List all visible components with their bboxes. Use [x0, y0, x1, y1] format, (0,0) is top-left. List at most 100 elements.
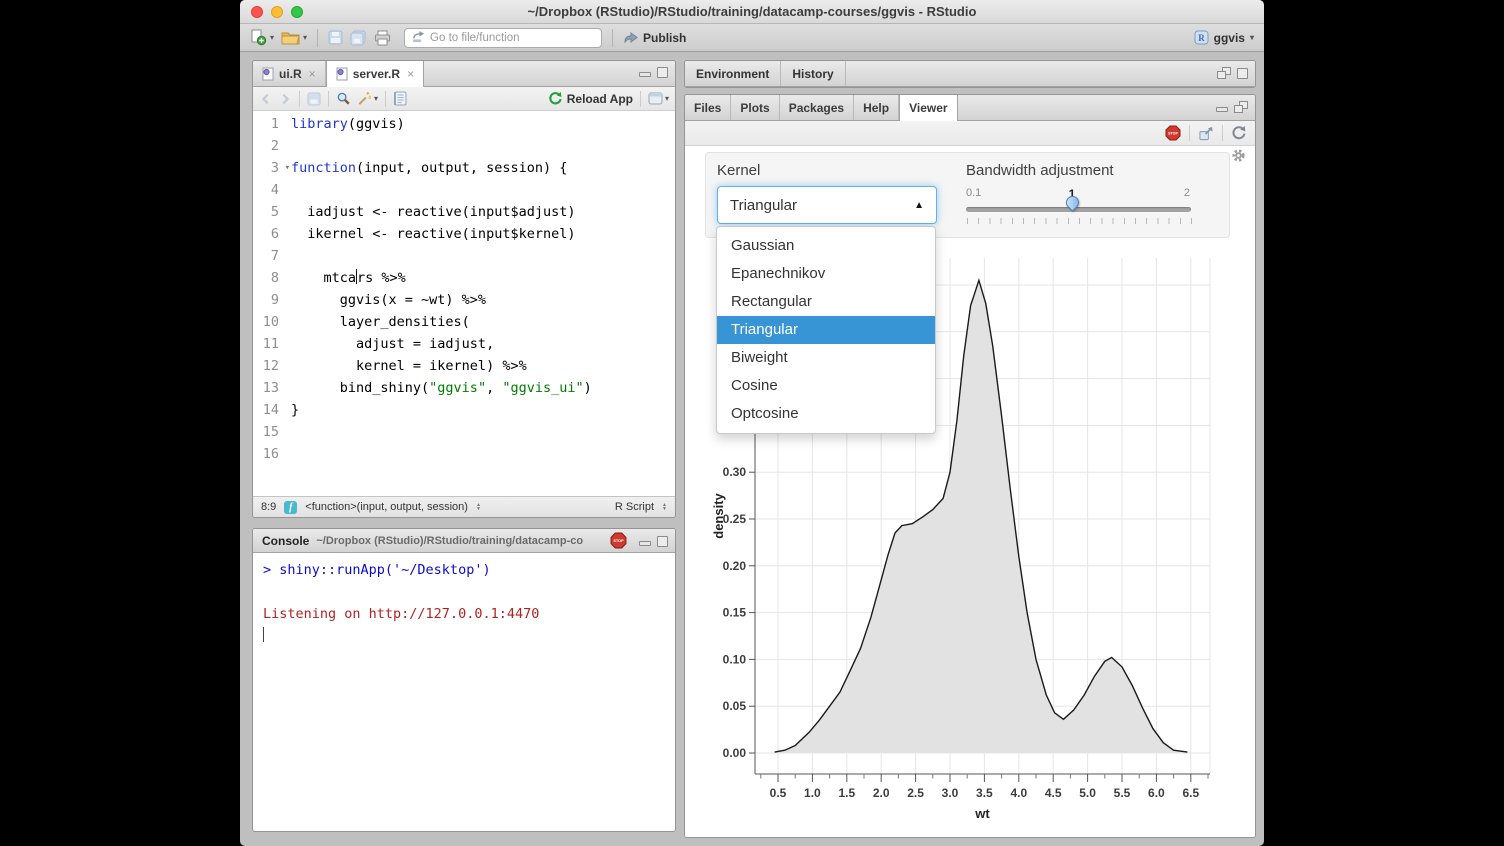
goto-file-input[interactable]: [430, 32, 580, 44]
publish-label: Publish: [643, 31, 686, 45]
back-icon[interactable]: [259, 92, 273, 106]
close-window-button[interactable]: [251, 6, 263, 18]
code-line[interactable]: iadjust <- reactive(input$adjust): [291, 201, 675, 223]
tab-help[interactable]: Help: [854, 95, 899, 120]
code-segment: }: [291, 402, 299, 418]
editor-statusbar: 8:9 f <function>(input, output, session)…: [253, 496, 675, 517]
slider-track[interactable]: [966, 207, 1191, 212]
project-menu-button[interactable]: R ggvis ▾: [1194, 30, 1254, 45]
kernel-option-biweight[interactable]: Biweight: [717, 344, 935, 372]
source-on-save-panel-button[interactable]: ▾: [648, 92, 669, 105]
tab-files[interactable]: Files: [685, 95, 731, 120]
code-line[interactable]: [291, 179, 675, 201]
kernel-option-rectangular[interactable]: Rectangular: [717, 288, 935, 316]
tab-viewer[interactable]: Viewer: [899, 95, 957, 121]
code-line[interactable]: ikernel <- reactive(input$kernel): [291, 223, 675, 245]
open-in-new-window-icon[interactable]: [1198, 126, 1214, 141]
code-line[interactable]: function(input, output, session) {: [291, 157, 675, 179]
minimize-window-button[interactable]: [271, 6, 283, 18]
kernel-select[interactable]: Triangular ▲: [717, 186, 937, 224]
tab-environment[interactable]: Environment: [685, 61, 781, 86]
save-all-button[interactable]: [350, 30, 367, 46]
code-line[interactable]: }: [291, 399, 675, 421]
minimize-pane-icon[interactable]: [1216, 107, 1228, 112]
kernel-dropdown-menu[interactable]: GaussianEpanechnikovRectangularTriangula…: [716, 226, 936, 434]
minimize-pane-icon[interactable]: [639, 541, 651, 546]
publish-button[interactable]: Publish: [623, 31, 686, 45]
kernel-option-gaussian[interactable]: Gaussian: [717, 232, 935, 260]
settings-gear-icon[interactable]: [1231, 148, 1246, 163]
kernel-option-optcosine[interactable]: Optcosine: [717, 400, 935, 428]
publish-icon: [623, 31, 638, 44]
code-line[interactable]: [291, 443, 675, 465]
code-line[interactable]: layer_densities(: [291, 311, 675, 333]
minimize-pane-icon[interactable]: [639, 72, 651, 77]
restore-pane-icon[interactable]: [1217, 67, 1231, 79]
tab-ui-r[interactable]: ui.R ×: [253, 61, 326, 86]
code-segment: (ggvis): [348, 116, 405, 132]
find-icon[interactable]: [336, 91, 351, 106]
save-icon-disabled[interactable]: [307, 92, 321, 106]
forward-icon[interactable]: [278, 92, 292, 106]
maximize-pane-icon[interactable]: [657, 67, 668, 78]
doc-type-selector-icon[interactable]: ▲▼: [662, 503, 667, 511]
tab-plots[interactable]: Plots: [731, 95, 779, 120]
editor-toolbar: ▾ Reload App ▾: [253, 87, 675, 111]
compile-notebook-icon[interactable]: [393, 91, 407, 106]
r-file-icon: [336, 67, 348, 81]
close-tab-icon[interactable]: ×: [309, 67, 316, 81]
open-file-button[interactable]: ▾: [281, 30, 307, 46]
zoom-window-button[interactable]: [291, 6, 303, 18]
tab-server-r[interactable]: server.R ×: [326, 61, 424, 87]
tab-packages[interactable]: Packages: [780, 95, 854, 120]
code-line[interactable]: ggvis(x = ~wt) %>%: [291, 289, 675, 311]
new-file-button[interactable]: ▾: [250, 29, 274, 46]
code-line[interactable]: [291, 135, 675, 157]
code-line[interactable]: bind_shiny("ggvis", "ggvis_ui"): [291, 377, 675, 399]
viewer-stop-button[interactable]: STOP: [1165, 125, 1181, 141]
environment-tabbar: Environment History: [685, 61, 1255, 87]
svg-text:3.0: 3.0: [942, 786, 959, 800]
kernel-selected-value: Triangular: [730, 197, 797, 214]
tab-history[interactable]: History: [781, 61, 845, 86]
viewer-tabbar: Files Plots Packages Help Viewer: [685, 95, 1255, 121]
svg-text:0.00: 0.00: [723, 746, 747, 760]
toolbar-separator: [317, 29, 318, 47]
maximize-pane-icon[interactable]: [657, 536, 668, 547]
maximize-pane-icon[interactable]: [1237, 68, 1248, 79]
refresh-icon[interactable]: [1231, 125, 1247, 141]
kernel-option-epanechnikov[interactable]: Epanechnikov: [717, 260, 935, 288]
code-line[interactable]: kernel = ikernel) %>%: [291, 355, 675, 377]
doc-type[interactable]: R Script: [615, 501, 654, 513]
code-line[interactable]: mtcars %>%: [291, 267, 675, 289]
code-content[interactable]: library(ggvis) function(input, output, se…: [291, 113, 675, 496]
code-editor[interactable]: 123▾45678910111213141516 library(ggvis)f…: [253, 111, 675, 496]
line-number: 5: [253, 201, 291, 223]
function-scope[interactable]: <function>(input, output, session): [305, 501, 468, 513]
environment-pane: Environment History: [684, 60, 1256, 88]
kernel-option-triangular[interactable]: Triangular: [717, 316, 935, 344]
restore-pane-icon[interactable]: [1234, 101, 1248, 113]
svg-text:4.0: 4.0: [1010, 786, 1027, 800]
bandwidth-slider[interactable]: 0.1 1 2: [966, 185, 1192, 233]
print-button[interactable]: [374, 30, 391, 46]
fold-arrow-icon[interactable]: ▾: [285, 157, 290, 179]
print-icon: [374, 30, 391, 46]
code-line[interactable]: library(ggvis): [291, 113, 675, 135]
goto-file-search[interactable]: [404, 28, 602, 48]
new-file-caret-icon: ▾: [270, 33, 274, 42]
code-segment: ikernel <- reactive(input$kernel): [291, 226, 575, 242]
code-line[interactable]: adjust = iadjust,: [291, 333, 675, 355]
line-number: 6: [253, 223, 291, 245]
console-stop-button[interactable]: STOP: [610, 532, 627, 549]
code-line[interactable]: [291, 421, 675, 443]
scope-selector-icon[interactable]: ▲▼: [476, 503, 481, 511]
console-command: > shiny::runApp('~/Desktop'): [263, 562, 491, 578]
code-tools-button[interactable]: ▾: [356, 91, 378, 106]
save-button[interactable]: [328, 30, 343, 45]
close-tab-icon[interactable]: ×: [407, 67, 414, 81]
reload-app-button[interactable]: Reload App: [548, 91, 633, 106]
console-output[interactable]: > shiny::runApp('~/Desktop') Listening o…: [253, 553, 675, 831]
kernel-option-cosine[interactable]: Cosine: [717, 372, 935, 400]
code-line[interactable]: [291, 245, 675, 267]
